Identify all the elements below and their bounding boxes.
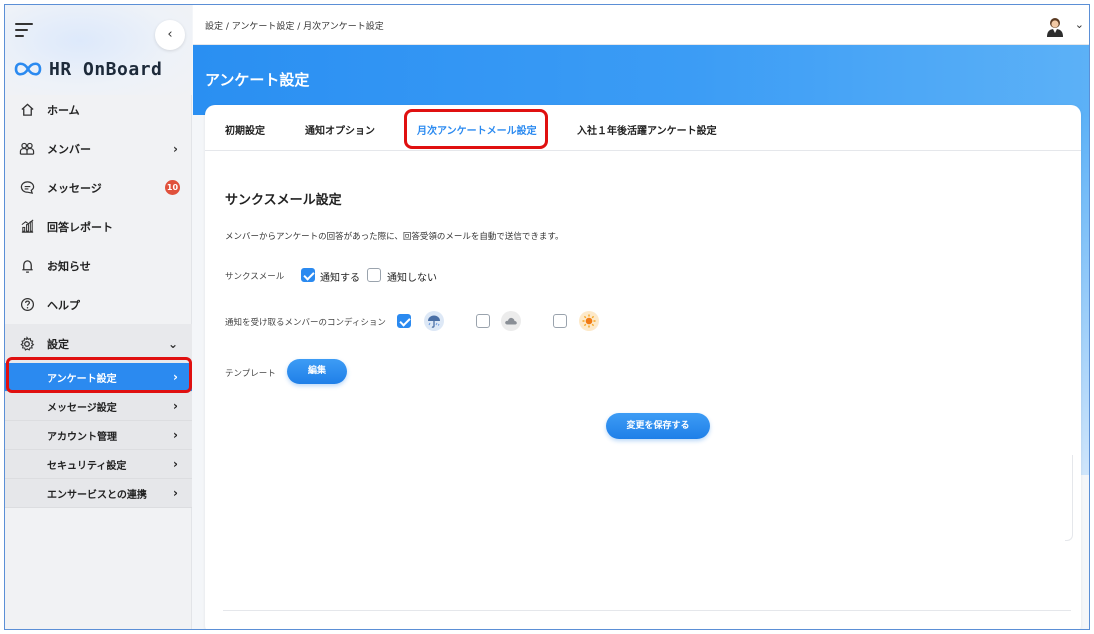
settings-card: 初期設定 通知オプション 月次アンケートメール設定 入社１年後活躍アンケート設定…	[205, 105, 1081, 629]
app-logo: HR OnBoard	[13, 57, 162, 81]
app-window: ‹ HR OnBoard ホーム メンバー › メッセージ 10 回答レポート …	[4, 4, 1090, 630]
breadcrumb: 設定 / アンケート設定 / 月次アンケート設定	[205, 22, 384, 32]
section-title: サンクスメール設定	[225, 193, 342, 208]
sidebar-item-label: 設定	[47, 337, 69, 351]
chevron-right-icon: ›	[173, 457, 178, 471]
sidebar-item-members[interactable]: メンバー ›	[5, 129, 192, 168]
gear-icon	[19, 335, 35, 352]
help-icon	[19, 297, 35, 313]
template-label: テンプレート	[225, 369, 276, 379]
save-changes-button[interactable]: 変更を保存する	[606, 413, 710, 439]
sidebar-subitem-survey-settings[interactable]: アンケート設定 ›	[5, 363, 192, 392]
sun-icon	[579, 311, 599, 331]
tab-one-year-survey[interactable]: 入社１年後活躍アンケート設定	[577, 122, 717, 137]
bell-icon	[19, 258, 35, 274]
notify-no-label[interactable]: 通知しない	[387, 269, 437, 284]
sidebar-subitem-account[interactable]: アカウント管理 ›	[5, 421, 192, 450]
sidebar-item-label: ホーム	[47, 103, 80, 117]
condition-sun-checkbox[interactable]	[553, 314, 567, 328]
condition-rain-checkbox[interactable]	[397, 314, 411, 328]
sidebar-subitem-label: アンケート設定	[47, 373, 117, 385]
tab-initial-settings[interactable]: 初期設定	[225, 122, 265, 137]
chevron-down-icon: ⌄	[167, 336, 178, 351]
members-icon	[19, 141, 35, 157]
sidebar-item-label: お知らせ	[47, 259, 91, 273]
sidebar-header-bg	[5, 5, 192, 95]
divider	[223, 610, 1071, 611]
sidebar-item-label: メッセージ	[47, 181, 102, 195]
page-title: アンケート設定	[205, 71, 310, 89]
sidebar-item-label: 回答レポート	[47, 220, 113, 234]
sidebar-subitem-integration[interactable]: エンサービスとの連携 ›	[5, 479, 192, 508]
notify-no-checkbox[interactable]	[367, 268, 381, 282]
sidebar-subitem-label: アカウント管理	[47, 431, 117, 443]
sidebar-item-reports[interactable]: 回答レポート	[5, 207, 192, 246]
collapse-sidebar-button[interactable]: ‹	[155, 20, 185, 50]
message-icon	[19, 180, 35, 196]
sidebar-item-settings[interactable]: 設定 ⌄	[5, 324, 192, 363]
hamburger-menu-icon[interactable]	[15, 23, 33, 37]
edit-template-button[interactable]: 編集	[287, 359, 347, 384]
sidebar-subitem-message-settings[interactable]: メッセージ設定 ›	[5, 392, 192, 421]
tab-monthly-survey-mail[interactable]: 月次アンケートメール設定	[417, 122, 537, 137]
section-description: メンバーからアンケートの回答があった際に、回答受領のメールを自動で送信できます。	[225, 232, 564, 242]
condition-cloud-checkbox[interactable]	[476, 314, 490, 328]
report-icon	[19, 219, 35, 235]
cloud-icon	[501, 311, 521, 331]
main-area: 設定 / アンケート設定 / 月次アンケート設定 ⌄ アンケート設定 初期設定 …	[193, 5, 1089, 629]
chevron-right-icon: ›	[173, 486, 178, 500]
tab-bar: 初期設定 通知オプション 月次アンケートメール設定 入社１年後活躍アンケート設定	[205, 105, 1081, 151]
chevron-down-icon[interactable]: ⌄	[1075, 18, 1084, 31]
sidebar-item-notices[interactable]: お知らせ	[5, 246, 192, 285]
unread-count-badge: 10	[165, 180, 180, 195]
tab-notification-options[interactable]: 通知オプション	[305, 122, 375, 137]
notify-yes-checkbox[interactable]	[301, 268, 315, 282]
condition-label: 通知を受け取るメンバーのコンディション	[225, 318, 386, 328]
chevron-right-icon: ›	[173, 141, 178, 156]
thanks-mail-label: サンクスメール	[225, 272, 285, 282]
notify-yes-label[interactable]: 通知する	[320, 269, 360, 284]
user-avatar-icon[interactable]	[1044, 15, 1066, 37]
chevron-right-icon: ›	[173, 370, 178, 384]
logo-icon	[14, 62, 42, 76]
sidebar: ‹ HR OnBoard ホーム メンバー › メッセージ 10 回答レポート …	[5, 5, 192, 629]
sidebar-item-label: メンバー	[47, 142, 91, 156]
sidebar-subitem-label: メッセージ設定	[47, 402, 117, 414]
app-name: HR OnBoard	[49, 58, 163, 80]
sidebar-subitem-label: エンサービスとの連携	[47, 489, 147, 501]
rain-icon	[424, 311, 444, 331]
content-box-edge	[1065, 455, 1073, 541]
sidebar-subitem-security[interactable]: セキュリティ設定 ›	[5, 450, 192, 479]
sidebar-subitem-label: セキュリティ設定	[47, 460, 127, 472]
home-icon	[19, 102, 35, 118]
top-bar: 設定 / アンケート設定 / 月次アンケート設定 ⌄	[193, 5, 1089, 45]
sidebar-item-messages[interactable]: メッセージ 10	[5, 168, 192, 207]
chevron-right-icon: ›	[173, 428, 178, 442]
chevron-right-icon: ›	[173, 399, 178, 413]
sidebar-item-home[interactable]: ホーム	[5, 90, 192, 129]
sidebar-item-label: ヘルプ	[47, 298, 80, 312]
sidebar-item-help[interactable]: ヘルプ	[5, 285, 192, 324]
